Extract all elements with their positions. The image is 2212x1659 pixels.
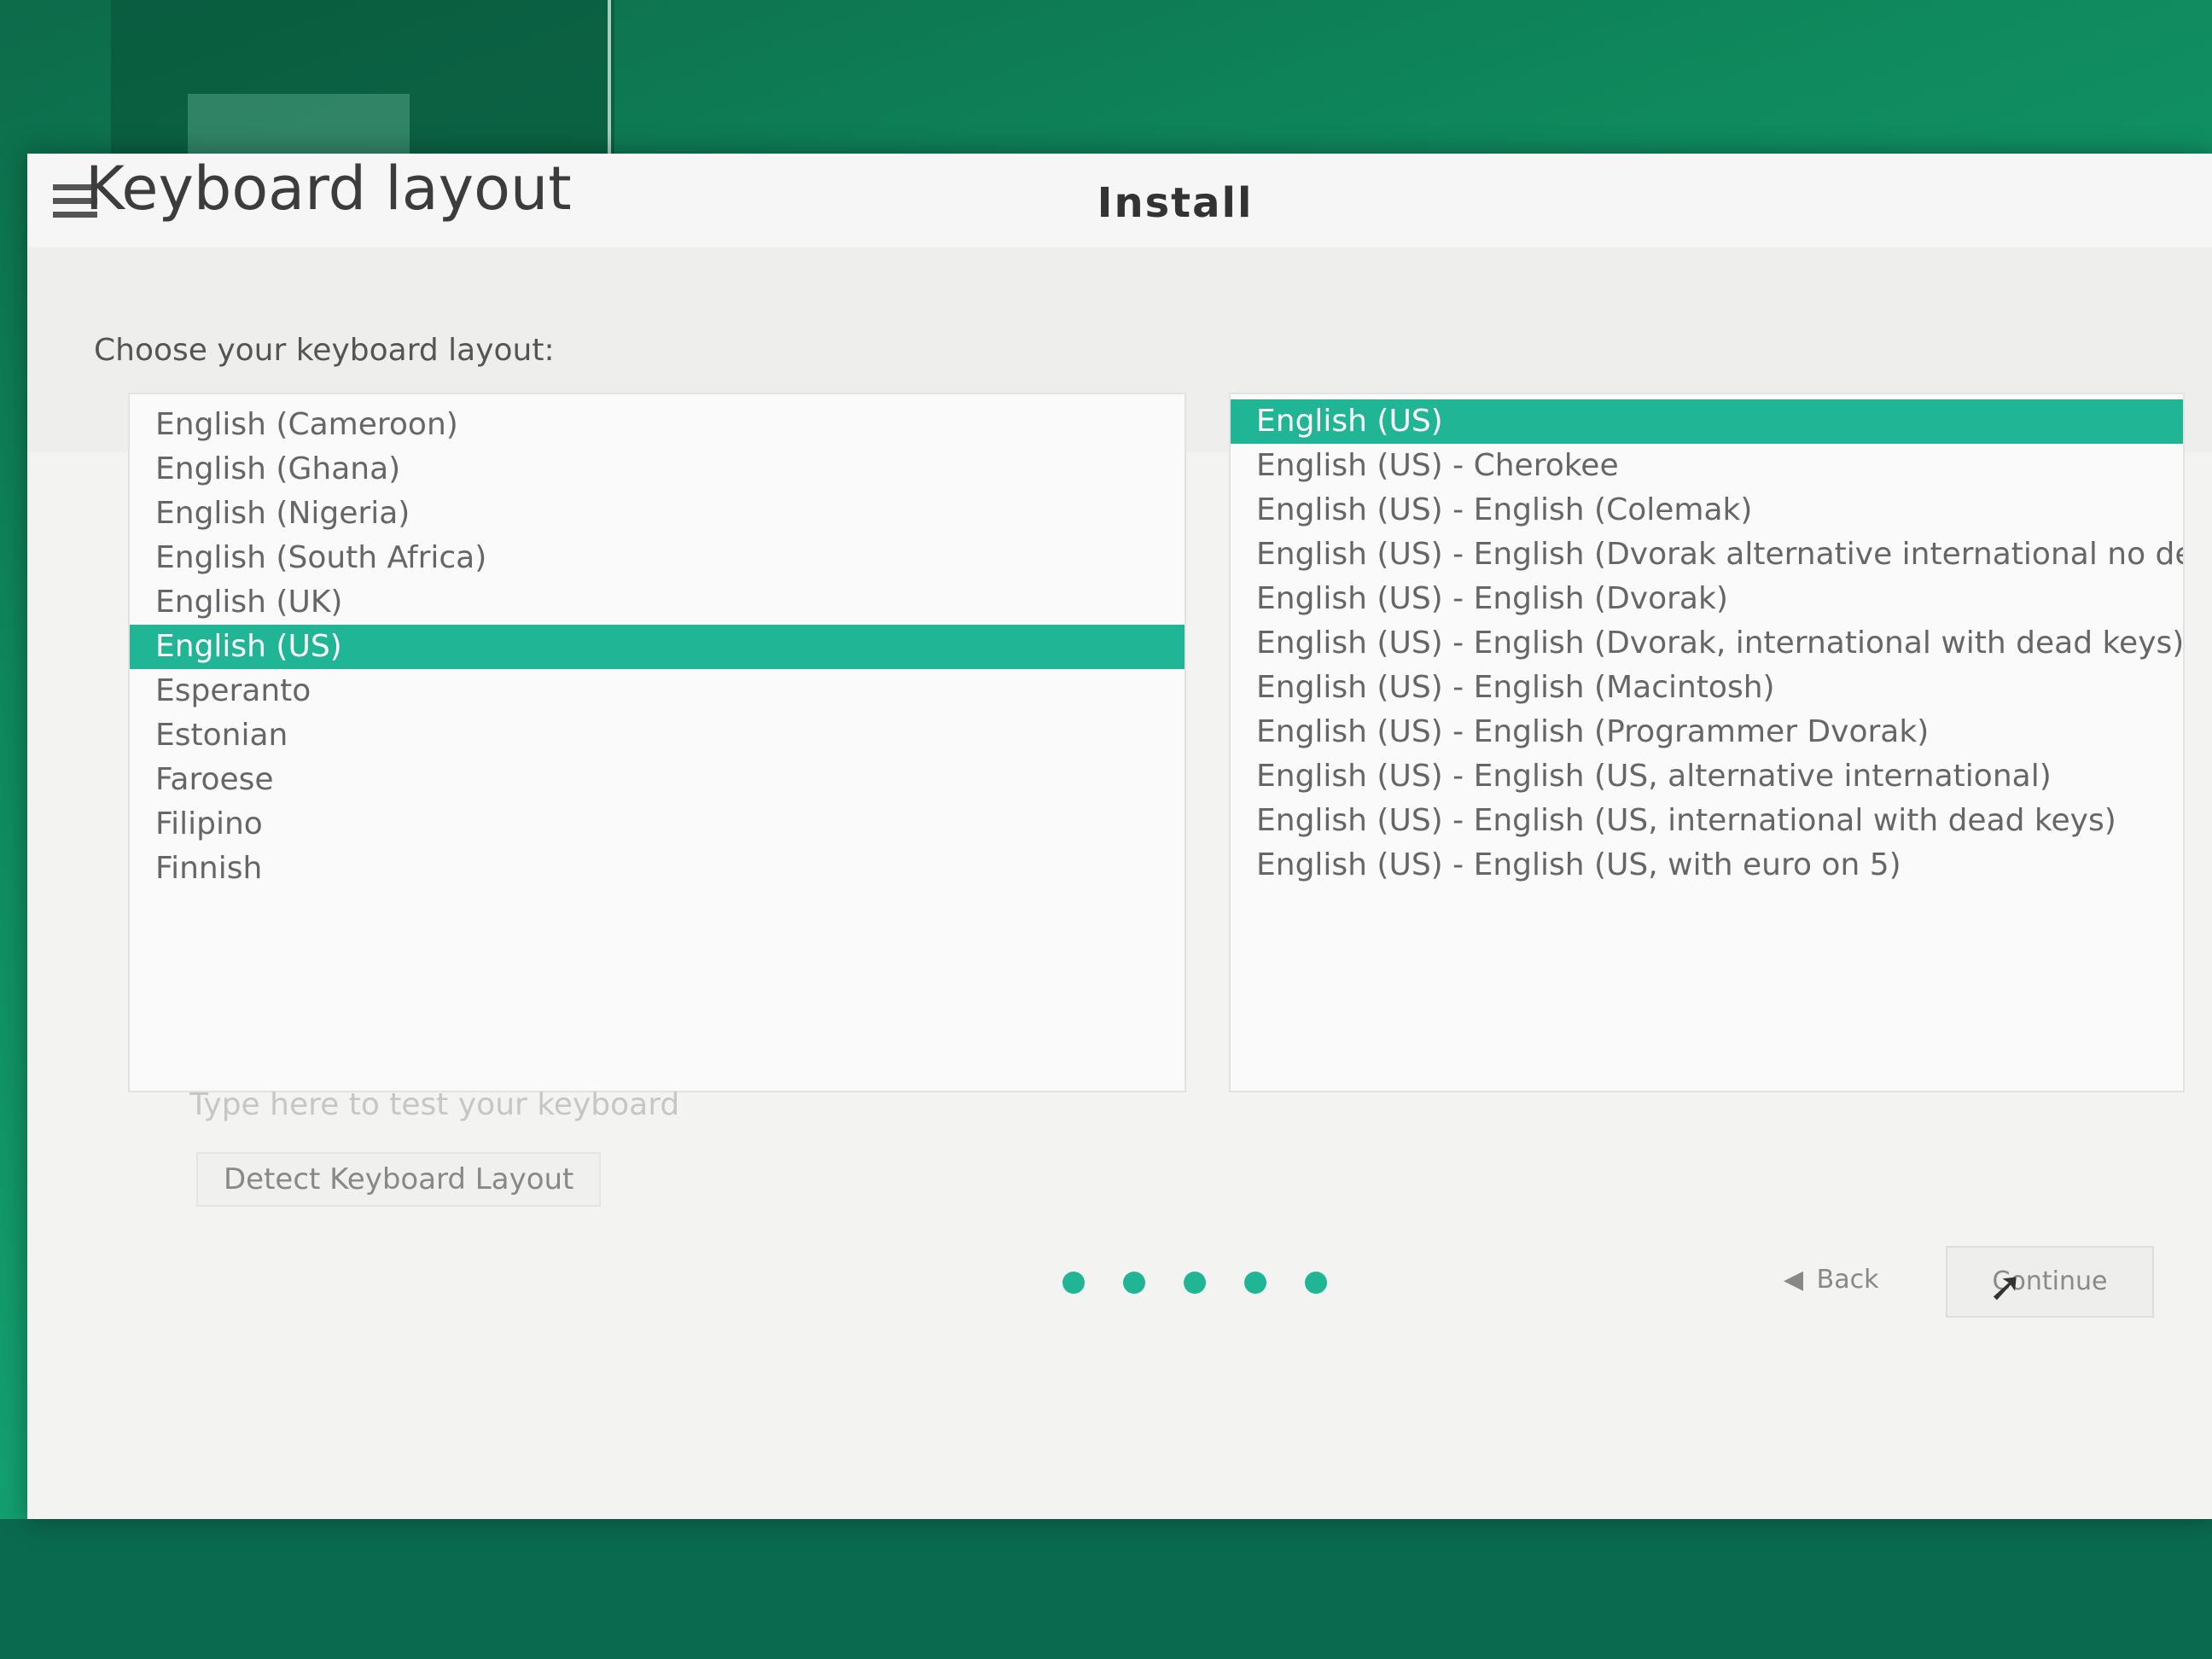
variant-list-item[interactable]: English (US) - English (US, alternative … [1231, 754, 2183, 799]
layout-list-item[interactable]: Filipino [130, 802, 1185, 847]
back-button[interactable]: ◀ Back [1767, 1250, 1895, 1310]
variant-list-item[interactable]: English (US) - Cherokee [1231, 444, 2183, 488]
variant-list-item-selected[interactable]: English (US) [1231, 399, 2183, 444]
variant-list-item[interactable]: English (US) - English (Dvorak) [1231, 577, 2183, 621]
layout-list-item[interactable]: English (UK) [130, 580, 1185, 625]
progress-dot [1062, 1272, 1085, 1294]
layout-list-item[interactable]: Esperanto [130, 669, 1185, 713]
layout-list-item[interactable]: Estonian [130, 713, 1185, 758]
keyboard-test-input[interactable] [188, 1074, 1181, 1135]
layout-list-item[interactable]: English (Ghana) [130, 447, 1185, 492]
mouse-pointer-icon: ➚ [1988, 1263, 2023, 1311]
layout-list-item[interactable]: English (Cameroon) [130, 403, 1185, 447]
continue-button[interactable]: Continue [1946, 1246, 2154, 1318]
variant-list-item[interactable]: English (US) - English (Programmer Dvora… [1231, 710, 2183, 754]
variant-list-item[interactable]: English (US) - English (Dvorak, internat… [1231, 621, 2183, 666]
detect-keyboard-layout-button[interactable]: Detect Keyboard Layout [196, 1152, 602, 1207]
desktop-icon-area [188, 94, 410, 162]
back-button-label: Back [1816, 1265, 1879, 1295]
keyboard-variant-list[interactable]: English (US) English (US) - Cherokee Eng… [1229, 393, 2185, 1092]
variant-list-item[interactable]: English (US) - English (Colemak) [1231, 488, 2183, 533]
desktop-bottom-band [0, 1519, 2212, 1659]
layout-list-item-selected[interactable]: English (US) [130, 625, 1185, 669]
variant-list-item[interactable]: English (US) - English (Macintosh) [1231, 666, 2183, 710]
page-title: Keyboard layout [85, 154, 572, 224]
keyboard-layout-list[interactable]: English (Cameroon) English (Ghana) Engli… [128, 393, 1186, 1092]
layout-list-item[interactable]: Finnish [130, 847, 1185, 891]
progress-dot [1305, 1272, 1328, 1294]
layout-list-item[interactable]: Faroese [130, 758, 1185, 802]
progress-dot [1122, 1272, 1145, 1294]
variant-list-item[interactable]: English (US) - English (US, with euro on… [1231, 843, 2183, 888]
back-arrow-icon: ◀ [1784, 1265, 1804, 1295]
variant-list-item[interactable]: English (US) - English (Dvorak alternati… [1231, 533, 2183, 577]
desktop-divider [608, 0, 611, 162]
layout-prompt-label: Choose your keyboard layout: [94, 333, 555, 368]
install-progress-dots [1024, 1272, 1365, 1306]
progress-dot [1184, 1272, 1206, 1294]
layout-list-item[interactable]: English (Nigeria) [130, 492, 1185, 536]
variant-list-item[interactable]: English (US) - English (US, internationa… [1231, 799, 2183, 843]
progress-dot [1244, 1272, 1267, 1294]
layout-list-item[interactable]: English (South Africa) [130, 536, 1185, 580]
